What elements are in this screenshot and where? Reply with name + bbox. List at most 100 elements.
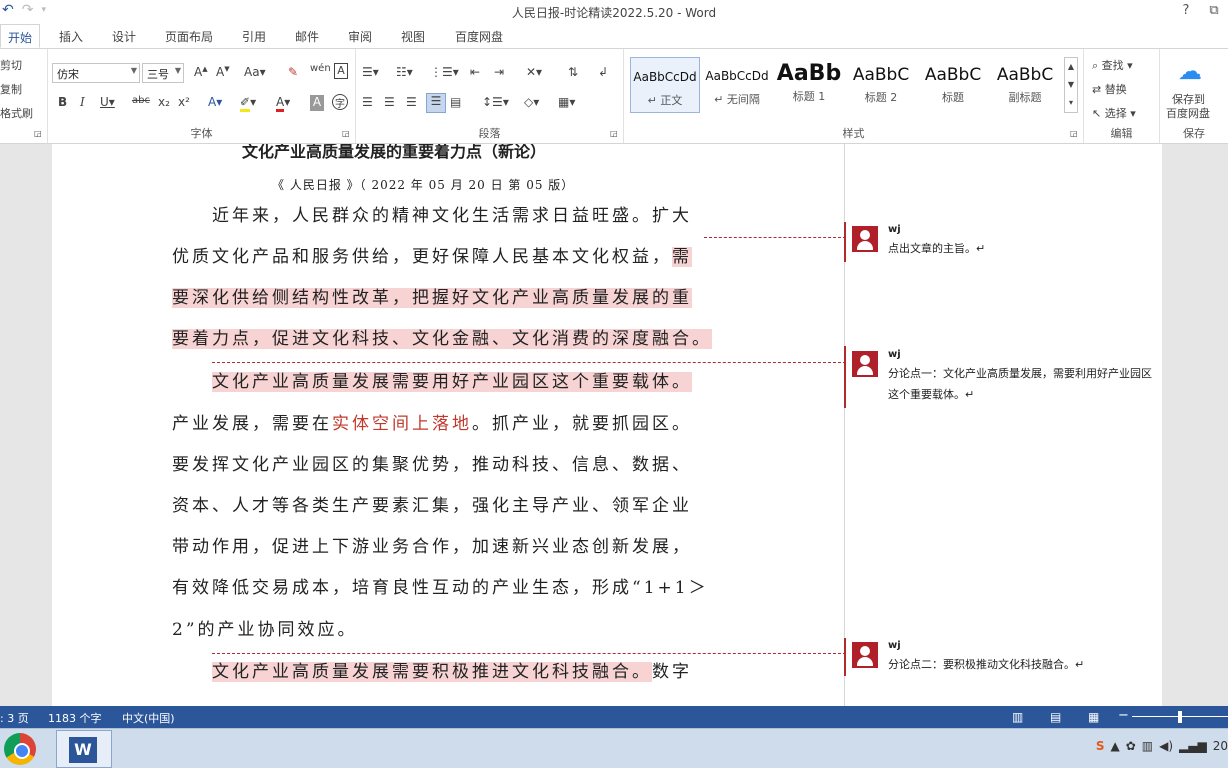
- select-button[interactable]: ↖ 选择 ▾: [1092, 105, 1136, 121]
- find-button[interactable]: ⌕ 查找 ▾: [1092, 57, 1133, 73]
- style-normal[interactable]: AaBbCcDd ↵ 正文: [630, 57, 700, 113]
- sort-icon[interactable]: ⇅: [568, 65, 578, 79]
- save-to-netdisk-label2[interactable]: 百度网盘: [1166, 105, 1210, 121]
- comment-text[interactable]: 分论点二：要积极推动文化科技融合。↵: [888, 654, 1158, 675]
- format-painter-button[interactable]: 格式刷: [0, 105, 33, 121]
- commented-text[interactable]: 需: [672, 247, 692, 267]
- comment[interactable]: wj 分论点一：文化产业高质量发展，需要利用好产业园区这个重要载体。↵: [852, 349, 1162, 409]
- subscript-icon[interactable]: x₂: [158, 95, 170, 109]
- enclose-characters-icon[interactable]: 字: [332, 94, 348, 110]
- align-right-icon[interactable]: ☰: [406, 95, 417, 109]
- change-case-icon[interactable]: Aa▾: [244, 65, 266, 79]
- language-indicator[interactable]: 中文(中国): [122, 710, 175, 726]
- align-left-icon[interactable]: ☰: [362, 95, 373, 109]
- tab-mailings[interactable]: 邮件: [276, 24, 338, 48]
- zoom-slider-thumb[interactable]: [1178, 711, 1182, 723]
- commented-text[interactable]: 要深化供给侧结构性改革，把握好文化产业高质量发展的重: [172, 288, 692, 308]
- shading-icon[interactable]: ◇▾: [524, 95, 539, 109]
- comment[interactable]: wj 点出文章的主旨。↵: [852, 224, 1162, 264]
- font-color-icon[interactable]: A▾: [276, 95, 290, 112]
- document-area[interactable]: 文化产业高质量发展的重要着力点（新论） 《 人民日报 》（ 2022 年 05 …: [0, 144, 1228, 706]
- superscript-icon[interactable]: x²: [178, 95, 190, 109]
- chrome-icon[interactable]: [4, 733, 36, 765]
- strikethrough-icon[interactable]: abc: [132, 95, 150, 106]
- sogou-input-icon[interactable]: S: [1096, 739, 1105, 753]
- styles-scroll-icon[interactable]: ▲ ▼ ▾: [1064, 57, 1078, 113]
- increase-indent-icon[interactable]: ⇥: [494, 65, 504, 79]
- character-border-icon[interactable]: A: [334, 63, 348, 79]
- character-shading-icon[interactable]: A: [310, 95, 324, 111]
- zoom-out-icon[interactable]: −: [1118, 708, 1129, 723]
- text-effects-icon[interactable]: A▾: [208, 95, 222, 109]
- word-count[interactable]: 1183 个字: [48, 710, 102, 726]
- commented-text[interactable]: 要着力点，促进文化科技、文化金融、文化消费的深度融合。: [172, 329, 712, 349]
- replace-button[interactable]: ⇄ 替换: [1092, 81, 1127, 97]
- word-window: ↶ ↷ ▾ 人民日报-时论精读2022.5.20 - Word ? ⧉ 开始 插…: [0, 0, 1228, 768]
- bold-icon[interactable]: B: [58, 95, 67, 109]
- comment-connector: [212, 362, 846, 363]
- commented-text[interactable]: 文化产业高质量发展需要积极推进文化科技融合。: [212, 662, 652, 682]
- grow-font-icon[interactable]: A▲: [194, 65, 208, 79]
- volume-icon[interactable]: ◀): [1159, 739, 1173, 753]
- show-hidden-icons-icon[interactable]: ▲: [1110, 739, 1119, 753]
- phonetic-guide-icon[interactable]: wén: [310, 63, 331, 74]
- comment-text[interactable]: 分论点一：文化产业高质量发展，需要利用好产业园区这个重要载体。↵: [888, 363, 1158, 405]
- tray-app-icon[interactable]: ✿: [1126, 739, 1136, 753]
- underline-icon[interactable]: U▾: [100, 95, 115, 109]
- baidu-cloud-icon[interactable]: ☁: [1178, 57, 1202, 85]
- comment-bar: [844, 346, 846, 408]
- tab-page-layout[interactable]: 页面布局: [146, 24, 232, 48]
- paragraph-launcher-icon[interactable]: ◲: [610, 129, 618, 138]
- center-icon[interactable]: ☰: [384, 95, 395, 109]
- taskbar-word-button[interactable]: W: [56, 730, 112, 768]
- tab-references[interactable]: 引用: [232, 24, 276, 48]
- network-icon[interactable]: ▥: [1142, 739, 1153, 753]
- tab-baidu-netdisk[interactable]: 百度网盘: [444, 24, 514, 48]
- clock[interactable]: 20: [1213, 739, 1228, 753]
- help-button[interactable]: ?: [1172, 0, 1200, 22]
- user-avatar-icon: [852, 351, 878, 377]
- font-size-combo[interactable]: 三号 ▼: [142, 63, 184, 83]
- line-spacing-icon[interactable]: ↕☰▾: [482, 95, 509, 109]
- highlight-color-icon[interactable]: ✐▾: [240, 95, 256, 112]
- signal-icon[interactable]: ▂▄▆: [1179, 739, 1207, 753]
- shrink-font-icon[interactable]: A▼: [216, 65, 230, 79]
- style-subtitle[interactable]: AaBbC 副标题: [990, 57, 1060, 113]
- font-name-combo[interactable]: 仿宋 ▼: [52, 63, 140, 83]
- style-heading-2[interactable]: AaBbC 标题 2: [846, 57, 916, 113]
- style-heading-1[interactable]: AaBb 标题 1: [774, 57, 844, 113]
- show-formatting-marks-icon[interactable]: ↲: [598, 65, 608, 79]
- page-count[interactable]: : 3 页: [0, 710, 29, 726]
- borders-icon[interactable]: ▦▾: [558, 95, 575, 109]
- asian-layout-icon[interactable]: ✕▾: [526, 65, 542, 79]
- decrease-indent-icon[interactable]: ⇤: [470, 65, 480, 79]
- read-mode-icon[interactable]: ▥: [1012, 710, 1023, 724]
- text-run: 产业发展，需要在: [172, 414, 332, 434]
- style-title[interactable]: AaBbC 标题: [918, 57, 988, 113]
- comment[interactable]: wj 分论点二：要积极推动文化科技融合。↵: [852, 640, 1162, 680]
- tab-design[interactable]: 设计: [102, 24, 146, 48]
- clipboard-launcher-icon[interactable]: ◲: [34, 129, 42, 138]
- cut-button[interactable]: 剪切: [0, 57, 22, 73]
- distributed-icon[interactable]: ▤: [450, 95, 461, 109]
- font-launcher-icon[interactable]: ◲: [342, 129, 350, 138]
- styles-group: AaBbCcDd ↵ 正文 AaBbCcDd ↵ 无间隔 AaBb 标题 1 A…: [624, 49, 1084, 143]
- italic-icon[interactable]: I: [80, 95, 85, 109]
- web-layout-icon[interactable]: ▦: [1088, 710, 1099, 724]
- multilevel-list-icon[interactable]: ⋮☰▾: [430, 65, 459, 79]
- styles-launcher-icon[interactable]: ◲: [1070, 129, 1078, 138]
- tab-view[interactable]: 视图: [382, 24, 444, 48]
- style-no-spacing[interactable]: AaBbCcDd ↵ 无间隔: [702, 57, 772, 113]
- commented-text[interactable]: 文化产业高质量发展需要用好产业园区这个重要载体。: [212, 372, 692, 392]
- tab-home[interactable]: 开始: [0, 24, 40, 48]
- bullets-icon[interactable]: ☰▾: [362, 65, 379, 79]
- tab-insert[interactable]: 插入: [40, 24, 102, 48]
- numbering-icon[interactable]: ☷▾: [396, 65, 413, 79]
- tab-review[interactable]: 审阅: [338, 24, 382, 48]
- comment-text[interactable]: 点出文章的主旨。↵: [888, 238, 1158, 259]
- print-layout-icon[interactable]: ▤: [1050, 710, 1061, 724]
- clear-formatting-icon[interactable]: ✎: [288, 65, 298, 79]
- copy-button[interactable]: 复制: [0, 81, 22, 97]
- justify-icon[interactable]: ☰: [426, 93, 446, 113]
- ribbon-display-options-button[interactable]: ⧉: [1200, 0, 1228, 22]
